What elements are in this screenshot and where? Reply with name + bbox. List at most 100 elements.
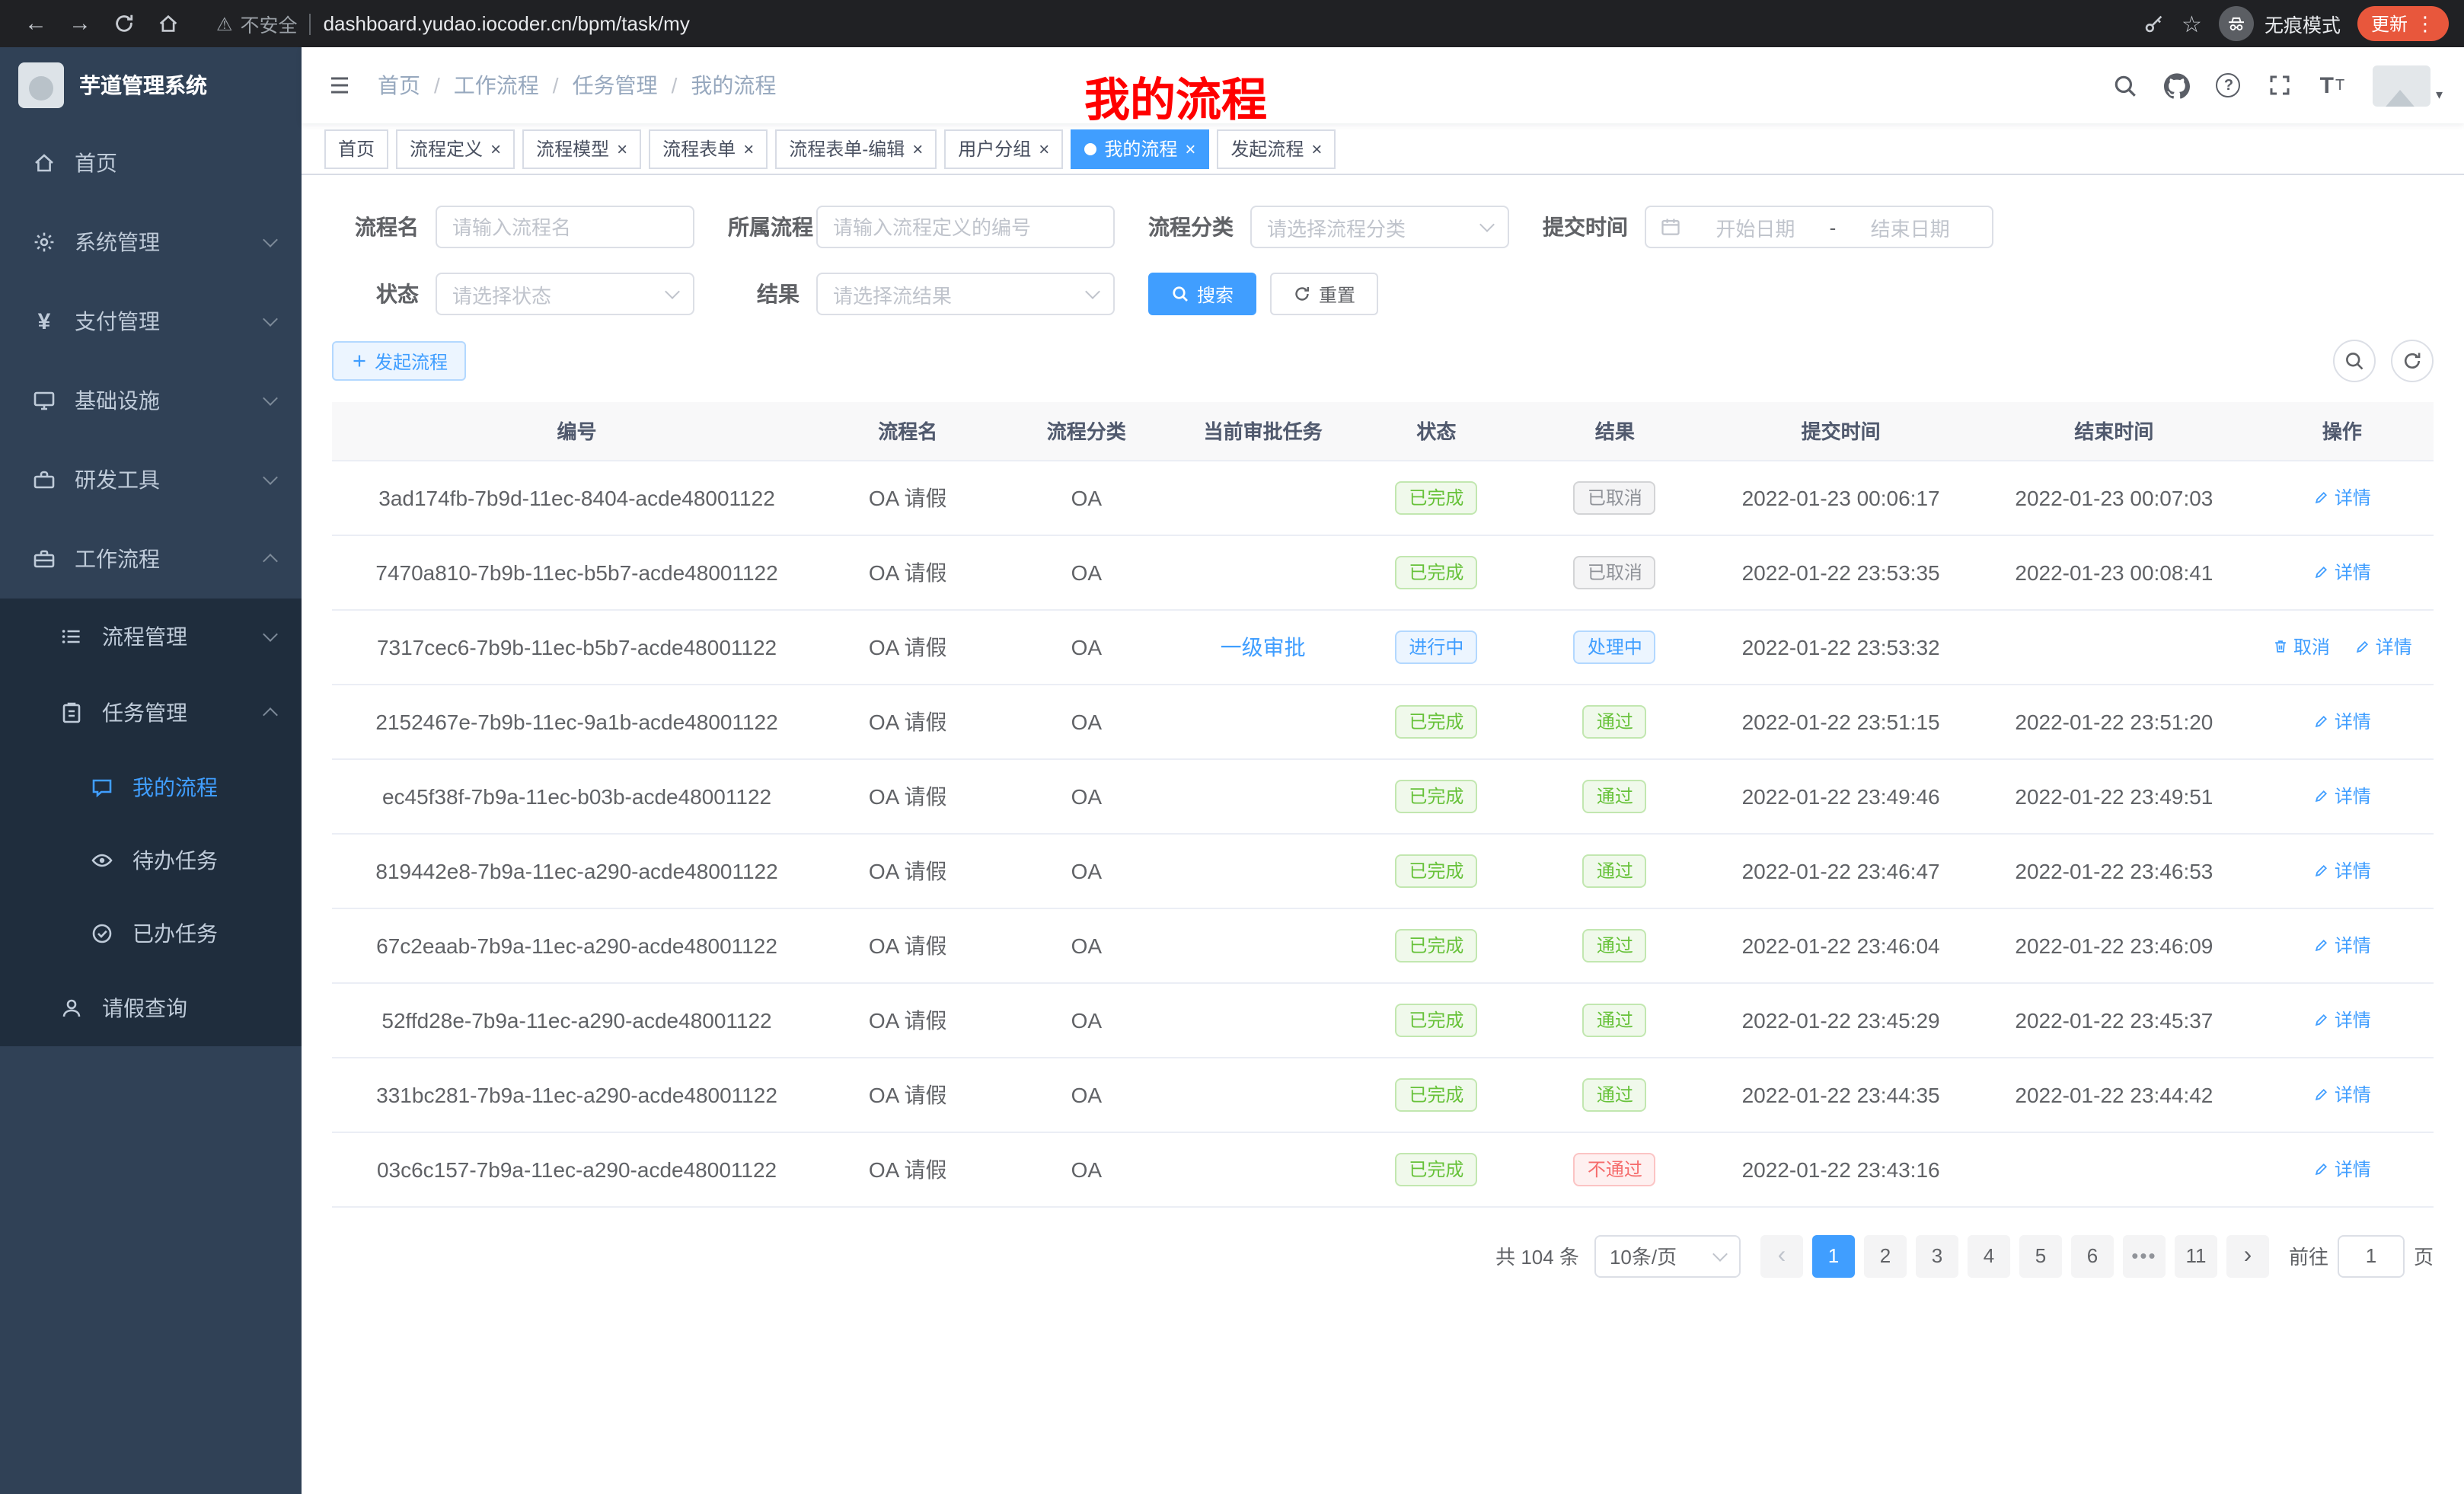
pagination-page-button[interactable]: 6: [2071, 1234, 2114, 1277]
tab[interactable]: 流程表单-编辑 ×: [775, 129, 937, 168]
font-size-icon[interactable]: TT: [2309, 62, 2355, 108]
tab-close-icon[interactable]: ×: [617, 138, 627, 159]
sidebar-item-task-management[interactable]: 任务管理: [0, 675, 302, 751]
submit-time: 2022-01-22 23:53:35: [1742, 560, 1940, 584]
detail-link[interactable]: 详情: [2313, 708, 2371, 734]
sidebar-item-todo-tasks[interactable]: 待办任务: [0, 824, 302, 897]
status-select[interactable]: 请选择状态: [436, 273, 694, 315]
detail-link[interactable]: 详情: [2313, 484, 2371, 510]
bookmark-star-icon[interactable]: ☆: [2182, 10, 2202, 37]
tab-close-icon[interactable]: ×: [743, 138, 754, 159]
reset-button[interactable]: 重置: [1270, 273, 1378, 315]
process-name-input[interactable]: [436, 206, 694, 248]
address-divider: [310, 13, 311, 34]
sidebar-item-system-management[interactable]: 系统管理: [0, 203, 302, 282]
back-icon[interactable]: ←: [15, 3, 56, 44]
result-select[interactable]: 请选择流结果: [816, 273, 1115, 315]
pagination-goto-input[interactable]: [2338, 1234, 2405, 1277]
user-menu[interactable]: ▾: [2373, 65, 2443, 106]
pagination-page-button[interactable]: 2: [1864, 1234, 1907, 1277]
process-key-input[interactable]: [816, 206, 1115, 248]
tab[interactable]: 流程定义 ×: [396, 129, 515, 168]
detail-link[interactable]: 详情: [2313, 783, 2371, 809]
detail-link[interactable]: 详情: [2313, 1007, 2371, 1033]
detail-link[interactable]: 详情: [2313, 1156, 2371, 1182]
incognito-badge[interactable]: 无痕模式: [2219, 6, 2341, 41]
security-warning[interactable]: ⚠ 不安全: [216, 9, 298, 38]
process-id: 819442e8-7b9a-11ec-a290-acde48001122: [375, 858, 777, 883]
submit-time: 2022-01-22 23:51:15: [1742, 709, 1940, 733]
tab-close-icon[interactable]: ×: [1039, 138, 1049, 159]
breadcrumb-item[interactable]: 首页: [378, 70, 420, 101]
tab[interactable]: 首页 ×: [324, 129, 388, 168]
sidebar-item-workflow[interactable]: 工作流程: [0, 519, 302, 599]
category-select[interactable]: 请选择流程分类: [1250, 206, 1509, 248]
page-size-select[interactable]: 10条/页: [1594, 1234, 1741, 1277]
pagination-page-button[interactable]: 11: [2175, 1234, 2217, 1277]
forward-icon[interactable]: →: [59, 3, 101, 44]
update-button[interactable]: 更新 ⋮: [2357, 6, 2449, 41]
process-category: OA: [1071, 485, 1102, 509]
table-row: 7470a810-7b9b-11ec-b5b7-acde48001122 OA …: [332, 535, 2434, 609]
help-icon[interactable]: ?: [2206, 62, 2252, 108]
pagination-page-button[interactable]: 3: [1916, 1234, 1958, 1277]
sidebar-item-process-management[interactable]: 流程管理: [0, 599, 302, 675]
tab[interactable]: 我的流程 ×: [1071, 129, 1209, 168]
toolbox-icon: [30, 466, 58, 493]
sidebar-item-home[interactable]: 首页: [0, 123, 302, 203]
refresh-button[interactable]: [2391, 340, 2434, 382]
detail-link[interactable]: 详情: [2313, 857, 2371, 883]
tab[interactable]: 发起流程 ×: [1217, 129, 1336, 168]
incognito-icon: [2219, 6, 2254, 41]
chevron-down-icon: [1479, 217, 1495, 232]
search-icon[interactable]: [2102, 62, 2148, 108]
fullscreen-icon[interactable]: [2258, 62, 2303, 108]
process-name: OA 请假: [869, 1007, 947, 1032]
breadcrumb-item[interactable]: 我的流程: [658, 70, 777, 101]
detail-link[interactable]: 详情: [2313, 932, 2371, 958]
app-logo-row[interactable]: 芋道管理系统: [0, 47, 302, 123]
sidebar-item-leave-query[interactable]: 请假查询: [0, 970, 302, 1046]
sidebar-item-done-tasks[interactable]: 已办任务: [0, 897, 302, 970]
tab-close-icon[interactable]: ×: [1311, 138, 1322, 159]
github-icon[interactable]: [2154, 62, 2200, 108]
pagination-page-button[interactable]: 5: [2019, 1234, 2062, 1277]
process-category: OA: [1071, 1007, 1102, 1032]
sidebar-toggle-icon[interactable]: [302, 47, 378, 123]
sidebar-item-payment-management[interactable]: ¥ 支付管理: [0, 282, 302, 361]
detail-link[interactable]: 详情: [2313, 559, 2371, 585]
pagination-page-button[interactable]: 1: [1812, 1234, 1855, 1277]
breadcrumb-item[interactable]: 任务管理: [539, 70, 658, 101]
address-bar[interactable]: ⚠ 不安全 dashboard.yudao.iocoder.cn/bpm/tas…: [216, 9, 2139, 38]
sidebar-item-my-processes[interactable]: 我的流程: [0, 751, 302, 824]
tab-close-icon[interactable]: ×: [1185, 138, 1195, 159]
tab[interactable]: 流程模型 ×: [522, 129, 641, 168]
pagination-page-button[interactable]: 4: [1968, 1234, 2010, 1277]
search-button[interactable]: 搜索: [1148, 273, 1256, 315]
start-process-button[interactable]: 发起流程: [332, 341, 466, 381]
tab-close-icon[interactable]: ×: [490, 138, 501, 159]
tab[interactable]: 用户分组 ×: [944, 129, 1063, 168]
tab-close-icon[interactable]: ×: [912, 138, 923, 159]
result-badge: 通过: [1583, 1077, 1647, 1111]
sidebar-item-dev-tools[interactable]: 研发工具: [0, 440, 302, 519]
pagination-page-button[interactable]: •••: [2123, 1234, 2166, 1277]
pagination-prev-button[interactable]: ‹: [1760, 1234, 1803, 1277]
current-task-link[interactable]: 一级审批: [1221, 634, 1306, 659]
reload-icon[interactable]: [104, 3, 145, 44]
pagination-next-button[interactable]: ›: [2226, 1234, 2269, 1277]
cancel-link[interactable]: 取消: [2272, 634, 2330, 659]
key-icon[interactable]: [2142, 12, 2165, 35]
tab-label: 流程定义: [410, 136, 483, 161]
tab[interactable]: 流程表单 ×: [649, 129, 768, 168]
submit-time-range-picker[interactable]: 开始日期 - 结束日期: [1645, 206, 1993, 248]
column-header: 结束时间: [1977, 402, 2251, 460]
menu-dots-icon[interactable]: ⋮: [2415, 14, 2435, 34]
home-icon[interactable]: [148, 3, 189, 44]
detail-link[interactable]: 详情: [2354, 634, 2412, 659]
sidebar-item-infrastructure[interactable]: 基础设施: [0, 361, 302, 440]
logo-image: [18, 62, 64, 108]
toggle-search-button[interactable]: [2333, 340, 2376, 382]
detail-link[interactable]: 详情: [2313, 1081, 2371, 1107]
breadcrumb-item[interactable]: 工作流程: [420, 70, 539, 101]
